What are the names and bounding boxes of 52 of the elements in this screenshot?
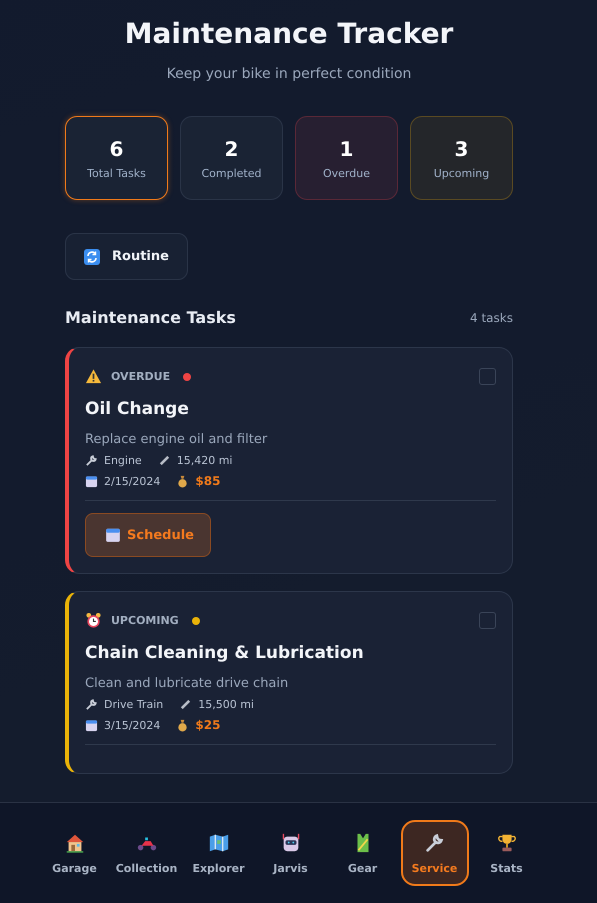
stat-card[interactable]: 1 Overdue [295,116,398,200]
stat-value: 6 [110,136,124,160]
money-bag-icon [176,474,190,488]
stat-label: Completed [202,166,262,180]
calendar-icon [105,527,121,543]
task-title: Oil Change [85,399,190,419]
task-checkbox[interactable] [479,612,496,629]
wrench-icon [85,454,98,467]
task-category: Engine [104,454,142,467]
money-bag-icon [176,718,190,732]
calendar-icon [85,718,98,732]
nav-tab[interactable]: Explorer [184,820,252,886]
nav-tab[interactable]: Service [400,820,468,886]
stat-label: Overdue [323,166,370,180]
task-description: Replace engine oil and filter [85,432,268,447]
task-date: 2/15/2024 [104,474,160,488]
task-count: 4 tasks [470,310,513,324]
task-checkbox[interactable] [479,368,496,385]
refresh-icon [84,248,100,264]
routine-button[interactable]: Routine [65,233,188,280]
status-label: UPCOMING [111,614,179,627]
section-title: Maintenance Tasks [65,308,236,327]
warning-icon [85,368,102,385]
stat-value: 3 [454,136,468,160]
status-label: OVERDUE [111,370,170,383]
stat-value: 1 [340,136,354,160]
task-cost: $25 [195,718,220,732]
task-description: Clean and lubricate drive chain [85,676,290,691]
task-category: Drive Train [104,698,164,711]
nav-tab[interactable]: Gear [328,820,396,886]
stat-value: 2 [224,136,238,160]
nav-tab[interactable]: Stats [472,820,540,886]
schedule-button[interactable]: Schedule [85,513,211,557]
alarm-clock-icon [85,612,102,629]
stat-card[interactable]: 2 Completed [180,116,283,200]
task-title: Chain Cleaning & Lubrication [85,643,365,663]
nav-tab[interactable]: Jarvis [256,820,324,886]
task-mileage: 15,500 mi [198,698,254,711]
nav-tab[interactable]: Garage [40,820,108,886]
task-date: 3/15/2024 [104,718,160,732]
task-mileage: 15,420 mi [176,454,232,467]
stat-card[interactable]: 6 Total Tasks [65,116,168,200]
nav-tab[interactable]: Collection [112,820,180,886]
stat-card[interactable]: 3 Upcoming [410,116,513,200]
wrench-icon [85,698,98,711]
page-subtitle: Keep your bike in perfect condition [166,66,412,82]
page-title: Maintenance Tracker [124,16,454,52]
stat-label: Upcoming [434,166,490,180]
calendar-icon [85,474,98,488]
task-cost: $85 [195,474,220,488]
stat-label: Total Tasks [87,166,146,180]
wrench-icon [424,832,446,854]
